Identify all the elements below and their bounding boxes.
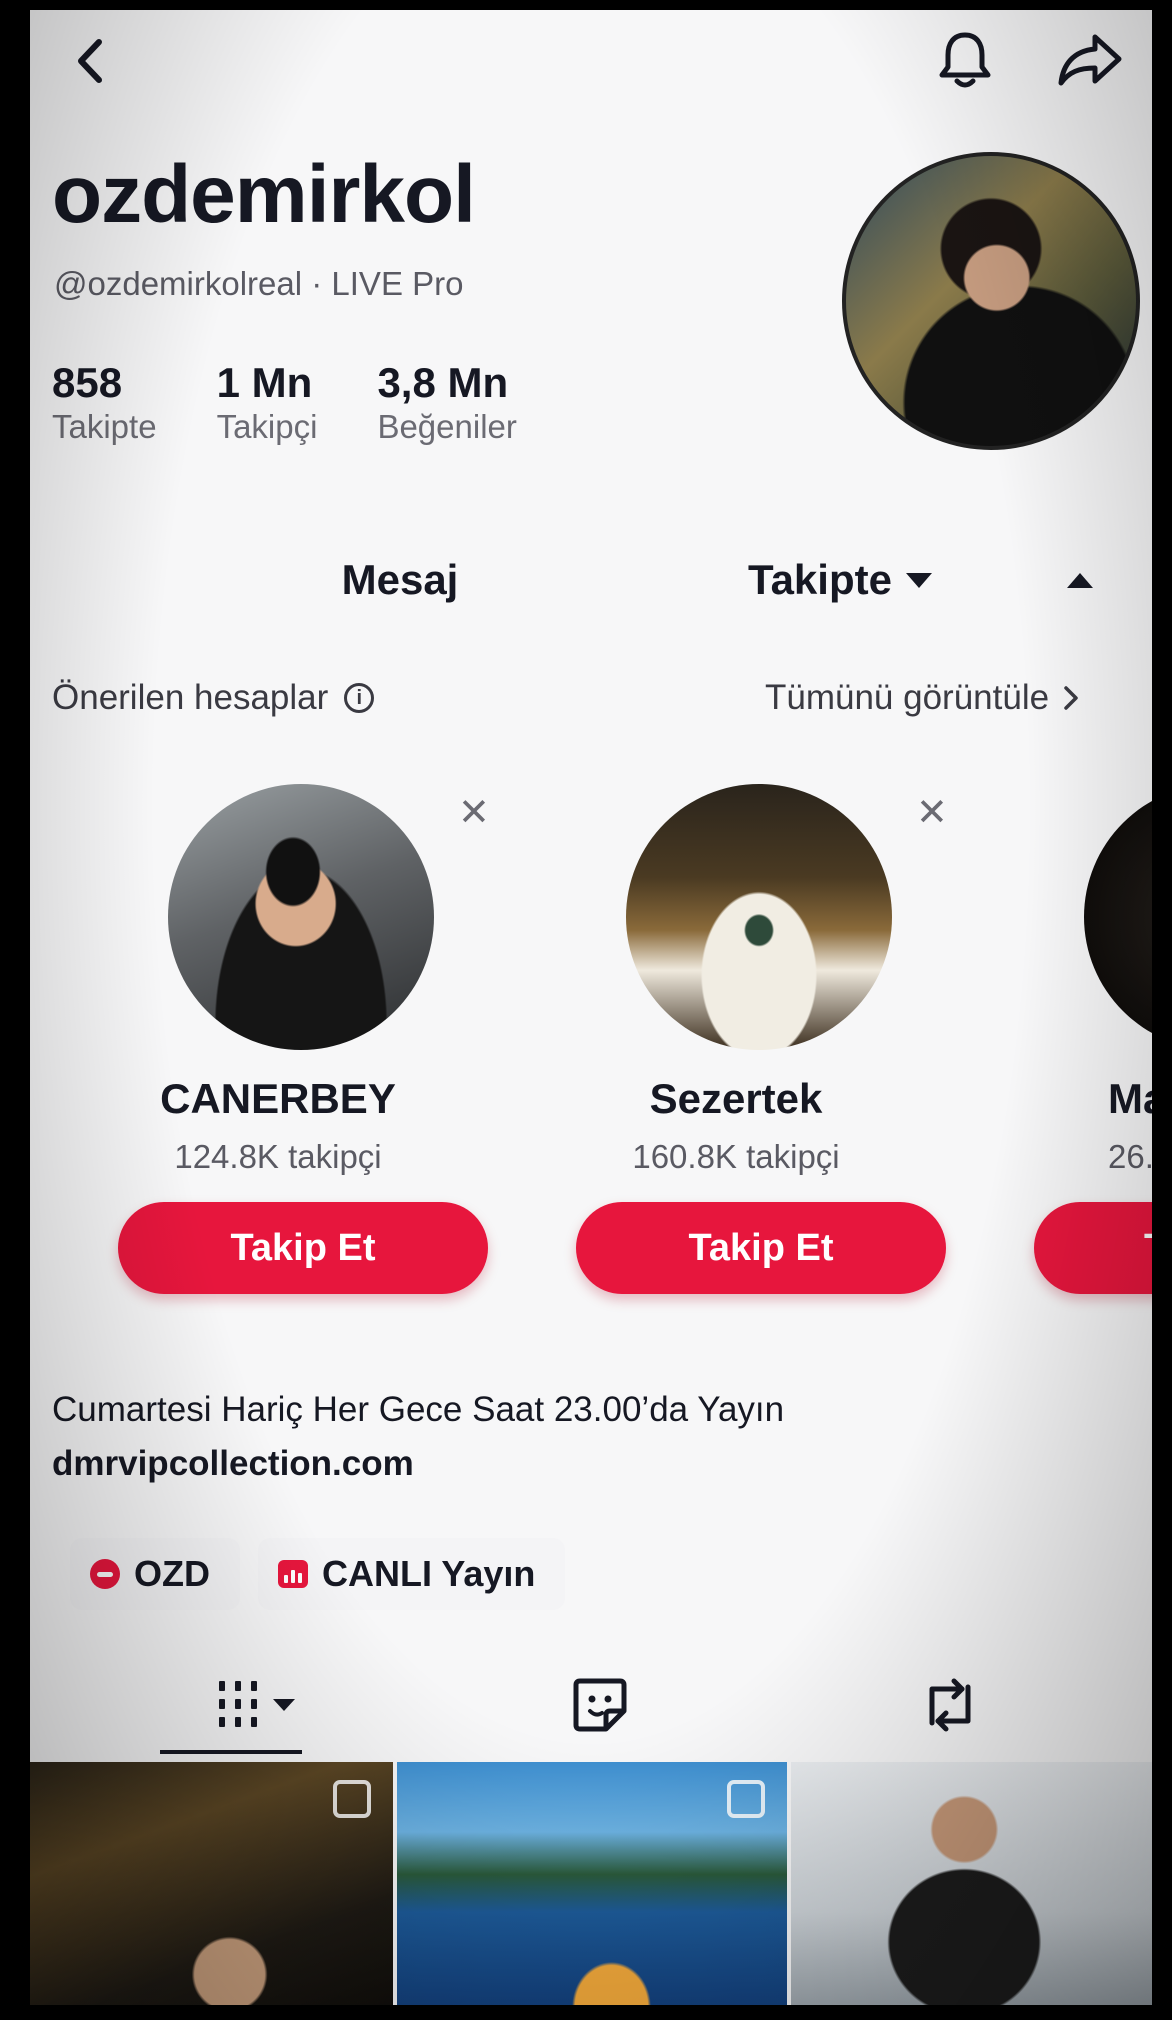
caret-down-icon bbox=[905, 572, 932, 588]
suggested-account-name: CANERBEY bbox=[160, 1075, 396, 1122]
suggested-account-followers: 160.8K takipçi bbox=[632, 1138, 840, 1175]
stat-likes[interactable]: 3,8 Mn Beğeniler bbox=[377, 359, 517, 449]
top-bar bbox=[30, 10, 1152, 110]
suggested-account-name: Mas bbox=[1108, 1075, 1152, 1122]
stat-label: Beğeniler bbox=[377, 408, 517, 446]
profile-stats: 858 Takipte 1 Mn Takipçi 3,8 Mn Beğenile… bbox=[52, 359, 577, 449]
chip-label: CANLI Yayın bbox=[322, 1553, 536, 1594]
suggested-account-followers: 124.8K takipçi bbox=[174, 1138, 382, 1175]
see-all-link[interactable]: Tümünü görüntüle bbox=[765, 678, 1079, 718]
profile-actions: Mesaj Takipte bbox=[30, 530, 1152, 630]
suggested-accounts-title: Önerilen hesaplar bbox=[52, 678, 329, 717]
share-arrow-icon bbox=[1058, 34, 1122, 86]
tab-favorites[interactable] bbox=[500, 1650, 700, 1760]
chip-ozd[interactable]: OZD bbox=[70, 1538, 240, 1610]
video-thumbnail[interactable] bbox=[791, 1762, 1152, 2005]
chevron-left-icon bbox=[78, 39, 102, 83]
live-stats-icon bbox=[278, 1560, 308, 1588]
video-thumbnail[interactable] bbox=[396, 1762, 788, 2005]
sticker-icon bbox=[573, 1678, 627, 1732]
bell-icon bbox=[939, 32, 991, 88]
suggested-account-card: ✕ CANERBEY 124.8K takipçi Takip Et bbox=[88, 770, 490, 1330]
video-thumbnail[interactable] bbox=[30, 1762, 393, 2005]
repost-icon bbox=[929, 1678, 971, 1732]
chevron-right-icon bbox=[1064, 686, 1078, 710]
info-icon[interactable]: i bbox=[344, 683, 375, 713]
suggested-account-card: ✕ Sezertek 160.8K takipçi Takip Et bbox=[546, 770, 948, 1330]
back-button[interactable] bbox=[60, 26, 120, 96]
profile-bio: Cumartesi Hariç Her Gece Saat 23.00’da Y… bbox=[52, 1390, 785, 1429]
follow-button[interactable]: Takip Et bbox=[576, 1202, 946, 1294]
profile-username: ozdemirkol bbox=[52, 149, 476, 240]
following-dropdown-button[interactable]: Takipte bbox=[690, 550, 990, 610]
stat-label: Takipçi bbox=[216, 408, 318, 446]
grid-icon bbox=[219, 1681, 295, 1727]
multi-photo-icon bbox=[332, 1780, 371, 1818]
notifications-button[interactable] bbox=[930, 24, 1000, 94]
suggested-account-avatar[interactable] bbox=[1084, 784, 1152, 1050]
caret-up-icon bbox=[1067, 572, 1093, 588]
following-label: Takipte bbox=[748, 556, 892, 603]
tab-videos[interactable] bbox=[150, 1650, 370, 1760]
follow-button[interactable]: Ta bbox=[1034, 1202, 1152, 1294]
suggested-account-avatar[interactable] bbox=[626, 784, 892, 1050]
stat-followers[interactable]: 1 Mn Takipçi bbox=[216, 359, 318, 449]
profile-link[interactable]: dmrvipcollection.com bbox=[52, 1444, 414, 1484]
chip-label: OZD bbox=[134, 1553, 210, 1594]
follow-button[interactable]: Takip Et bbox=[118, 1202, 488, 1294]
stat-value: 3,8 Mn bbox=[377, 359, 509, 406]
share-button[interactable] bbox=[1050, 24, 1130, 94]
profile-chips: OZD CANLI Yayın bbox=[70, 1538, 566, 1610]
group-chat-icon bbox=[90, 1559, 120, 1589]
dismiss-icon[interactable]: ✕ bbox=[458, 790, 490, 835]
content-tabs bbox=[30, 1650, 1152, 1760]
stat-label: Takipte bbox=[52, 408, 157, 446]
profile-avatar[interactable] bbox=[842, 152, 1140, 450]
message-button[interactable]: Mesaj bbox=[230, 550, 570, 610]
see-all-label: Tümünü görüntüle bbox=[765, 678, 1050, 717]
suggested-account-followers: 26.9 bbox=[1108, 1138, 1152, 1175]
multi-photo-icon bbox=[727, 1780, 766, 1818]
profile-screen: ozdemirkol @ozdemirkolreal · LIVE Pro 85… bbox=[30, 10, 1152, 2005]
chip-live[interactable]: CANLI Yayın bbox=[258, 1538, 566, 1610]
stat-following[interactable]: 858 Takipte bbox=[52, 359, 157, 449]
video-grid bbox=[30, 1762, 1152, 2005]
collapse-suggestions-button[interactable] bbox=[1050, 555, 1110, 605]
suggested-account-card: Mas 26.9 Ta bbox=[1004, 770, 1152, 1330]
stat-value: 858 bbox=[52, 359, 123, 406]
profile-handle: @ozdemirkolreal · LIVE Pro bbox=[54, 265, 464, 302]
suggested-accounts-header: Önerilen hesaplar i bbox=[52, 678, 375, 718]
tab-reposts[interactable] bbox=[850, 1650, 1050, 1760]
dismiss-icon[interactable]: ✕ bbox=[916, 790, 948, 835]
suggested-account-name: Sezertek bbox=[649, 1075, 823, 1122]
suggested-account-avatar[interactable] bbox=[168, 784, 434, 1050]
stat-value: 1 Mn bbox=[216, 359, 313, 406]
